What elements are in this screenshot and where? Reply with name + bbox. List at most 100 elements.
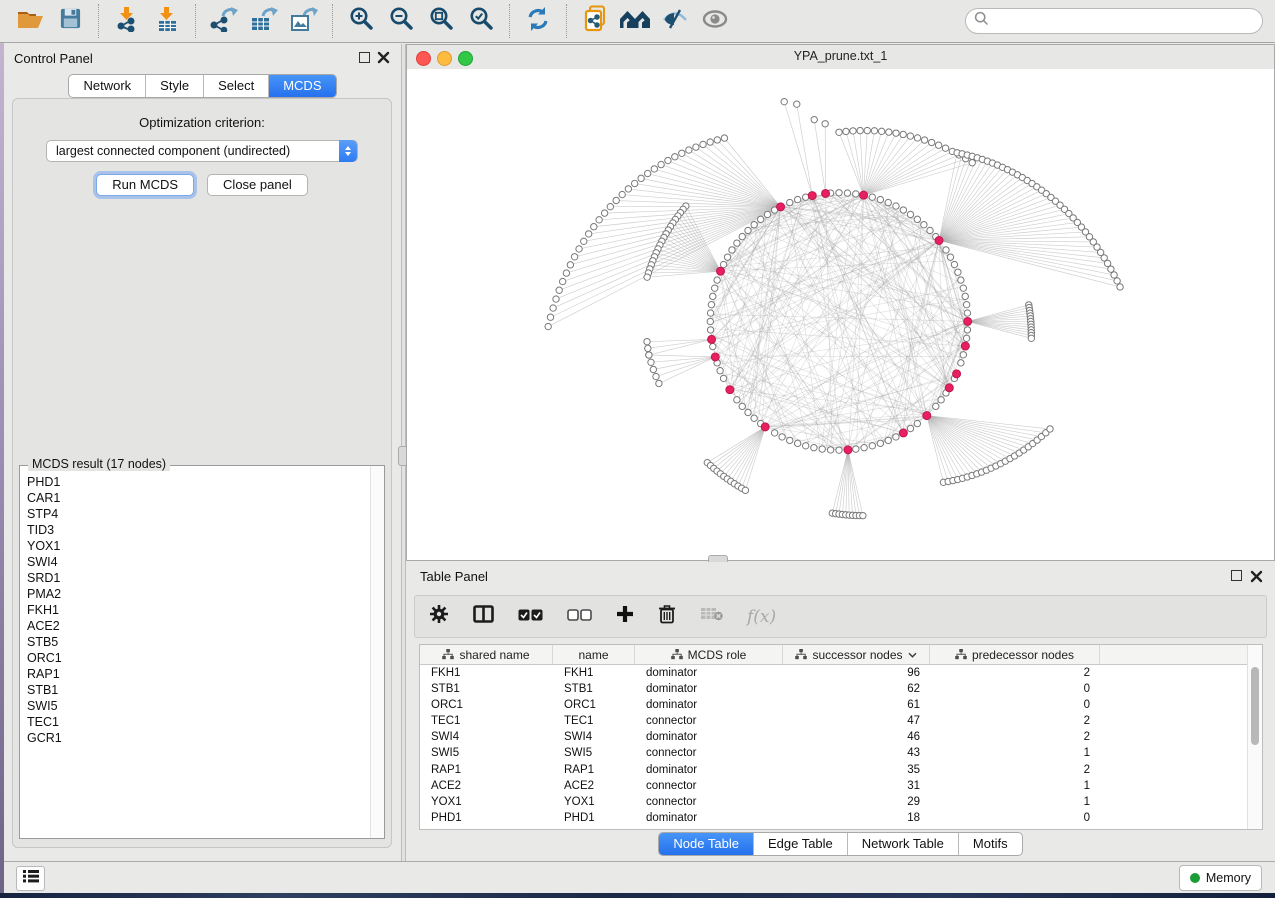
graph-node[interactable]: [710, 293, 716, 299]
graph-leaf-node[interactable]: [886, 129, 892, 135]
graph-leaf-node[interactable]: [658, 161, 664, 167]
graph-leaf-node[interactable]: [969, 160, 975, 166]
graph-node[interactable]: [921, 222, 927, 228]
graph-node[interactable]: [869, 443, 875, 449]
export-network-button[interactable]: [207, 4, 241, 38]
graph-leaf-node[interactable]: [914, 135, 920, 141]
graph-mcds-node[interactable]: [822, 189, 830, 197]
graph-leaf-node[interactable]: [811, 116, 817, 122]
float-panel-icon[interactable]: [359, 52, 370, 63]
graph-leaf-node[interactable]: [1047, 426, 1053, 432]
graph-node[interactable]: [707, 318, 713, 324]
graph-node[interactable]: [943, 247, 949, 253]
mcds-result-node[interactable]: YOX1: [27, 538, 371, 554]
add-column-button[interactable]: [616, 603, 634, 631]
mcds-result-list[interactable]: PHD1CAR1STP4TID3YOX1SWI4SRD1PMA2FKH1ACE2…: [20, 468, 371, 838]
graph-leaf-node[interactable]: [631, 180, 637, 186]
graph-node[interactable]: [717, 368, 723, 374]
graph-leaf-node[interactable]: [693, 144, 699, 150]
mcds-result-scrollbar[interactable]: [370, 466, 384, 838]
graph-mcds-node[interactable]: [923, 412, 931, 420]
graph-node[interactable]: [844, 190, 850, 196]
function-builder-button[interactable]: f(x): [747, 603, 776, 631]
import-table-button[interactable]: [150, 4, 184, 38]
graph-node[interactable]: [711, 285, 717, 291]
graph-leaf-node[interactable]: [864, 127, 870, 133]
graph-mcds-node[interactable]: [860, 191, 868, 199]
graph-leaf-node[interactable]: [781, 99, 787, 105]
graph-node[interactable]: [771, 430, 777, 436]
graph-node[interactable]: [745, 409, 751, 415]
graph-leaf-node[interactable]: [700, 141, 706, 147]
graph-node[interactable]: [745, 227, 751, 233]
graph-leaf-node[interactable]: [1028, 335, 1034, 341]
mcds-result-node[interactable]: SWI4: [27, 554, 371, 570]
table-row[interactable]: FKH1FKH1dominator962: [420, 665, 1248, 681]
table-settings-button[interactable]: [429, 603, 449, 631]
graph-leaf-node[interactable]: [665, 157, 671, 163]
graph-node[interactable]: [964, 310, 970, 316]
graph-leaf-node[interactable]: [556, 287, 562, 293]
graph-node[interactable]: [724, 254, 730, 260]
graph-leaf-node[interactable]: [1114, 278, 1120, 284]
graph-leaf-node[interactable]: [553, 296, 559, 302]
graph-leaf-node[interactable]: [625, 186, 631, 192]
tab-motifs[interactable]: Motifs: [959, 833, 1022, 855]
graph-leaf-node[interactable]: [581, 238, 587, 244]
graph-leaf-node[interactable]: [646, 352, 652, 358]
mcds-result-node[interactable]: CAR1: [27, 490, 371, 506]
graph-leaf-node[interactable]: [559, 278, 565, 284]
graph-mcds-node[interactable]: [717, 267, 725, 275]
graph-node[interactable]: [885, 199, 891, 205]
graph-node[interactable]: [714, 277, 720, 283]
graph-node[interactable]: [958, 277, 964, 283]
zoom-out-button[interactable]: [384, 4, 418, 38]
table-row[interactable]: ACE2ACE2connector311: [420, 778, 1248, 794]
table-row[interactable]: PHD1PHD1dominator180: [420, 810, 1248, 826]
tab-node-table[interactable]: Node Table: [659, 833, 754, 855]
tab-network-table[interactable]: Network Table: [848, 833, 959, 855]
graph-leaf-node[interactable]: [878, 128, 884, 134]
graph-node[interactable]: [900, 207, 906, 213]
float-table-panel-icon[interactable]: [1231, 570, 1242, 581]
show-columns-button[interactable]: [473, 603, 494, 631]
graph-leaf-node[interactable]: [571, 254, 577, 260]
tab-edge-table[interactable]: Edge Table: [754, 833, 848, 855]
delete-table-button[interactable]: [700, 603, 723, 631]
table-row[interactable]: YOX1YOX1connector291: [420, 794, 1248, 810]
table-scrollbar-thumb[interactable]: [1251, 667, 1259, 745]
graph-node[interactable]: [787, 199, 793, 205]
search-input[interactable]: [995, 13, 1262, 30]
graph-leaf-node[interactable]: [893, 130, 899, 136]
graph-leaf-node[interactable]: [576, 246, 582, 252]
graph-node[interactable]: [803, 443, 809, 449]
graph-leaf-node[interactable]: [567, 262, 573, 268]
graph-node[interactable]: [938, 397, 944, 403]
close-panel-icon[interactable]: [377, 51, 390, 64]
graph-node[interactable]: [877, 440, 883, 446]
graph-mcds-node[interactable]: [844, 446, 852, 454]
mcds-result-node[interactable]: STB1: [27, 682, 371, 698]
graph-node[interactable]: [707, 327, 713, 333]
deselect-all-button[interactable]: [567, 603, 592, 631]
graph-node[interactable]: [751, 415, 757, 421]
graph-leaf-node[interactable]: [850, 128, 856, 134]
graph-leaf-node[interactable]: [1111, 272, 1117, 278]
search-box[interactable]: [965, 8, 1263, 34]
graph-mcds-node[interactable]: [711, 353, 719, 361]
graph-node[interactable]: [893, 434, 899, 440]
graph-node[interactable]: [739, 403, 745, 409]
graph-mcds-node[interactable]: [777, 203, 785, 211]
mcds-result-node[interactable]: STP4: [27, 506, 371, 522]
graph-node[interactable]: [819, 446, 825, 452]
graph-node[interactable]: [960, 352, 966, 358]
mcds-result-node[interactable]: FKH1: [27, 602, 371, 618]
graph-leaf-node[interactable]: [672, 154, 678, 160]
delete-column-button[interactable]: [658, 603, 676, 631]
graph-leaf-node[interactable]: [721, 135, 727, 141]
graph-leaf-node[interactable]: [545, 323, 551, 329]
graph-leaf-node[interactable]: [836, 129, 842, 135]
column-header-MCDS-role[interactable]: MCDS role: [635, 645, 783, 664]
graph-node[interactable]: [877, 196, 883, 202]
graph-node[interactable]: [764, 211, 770, 217]
